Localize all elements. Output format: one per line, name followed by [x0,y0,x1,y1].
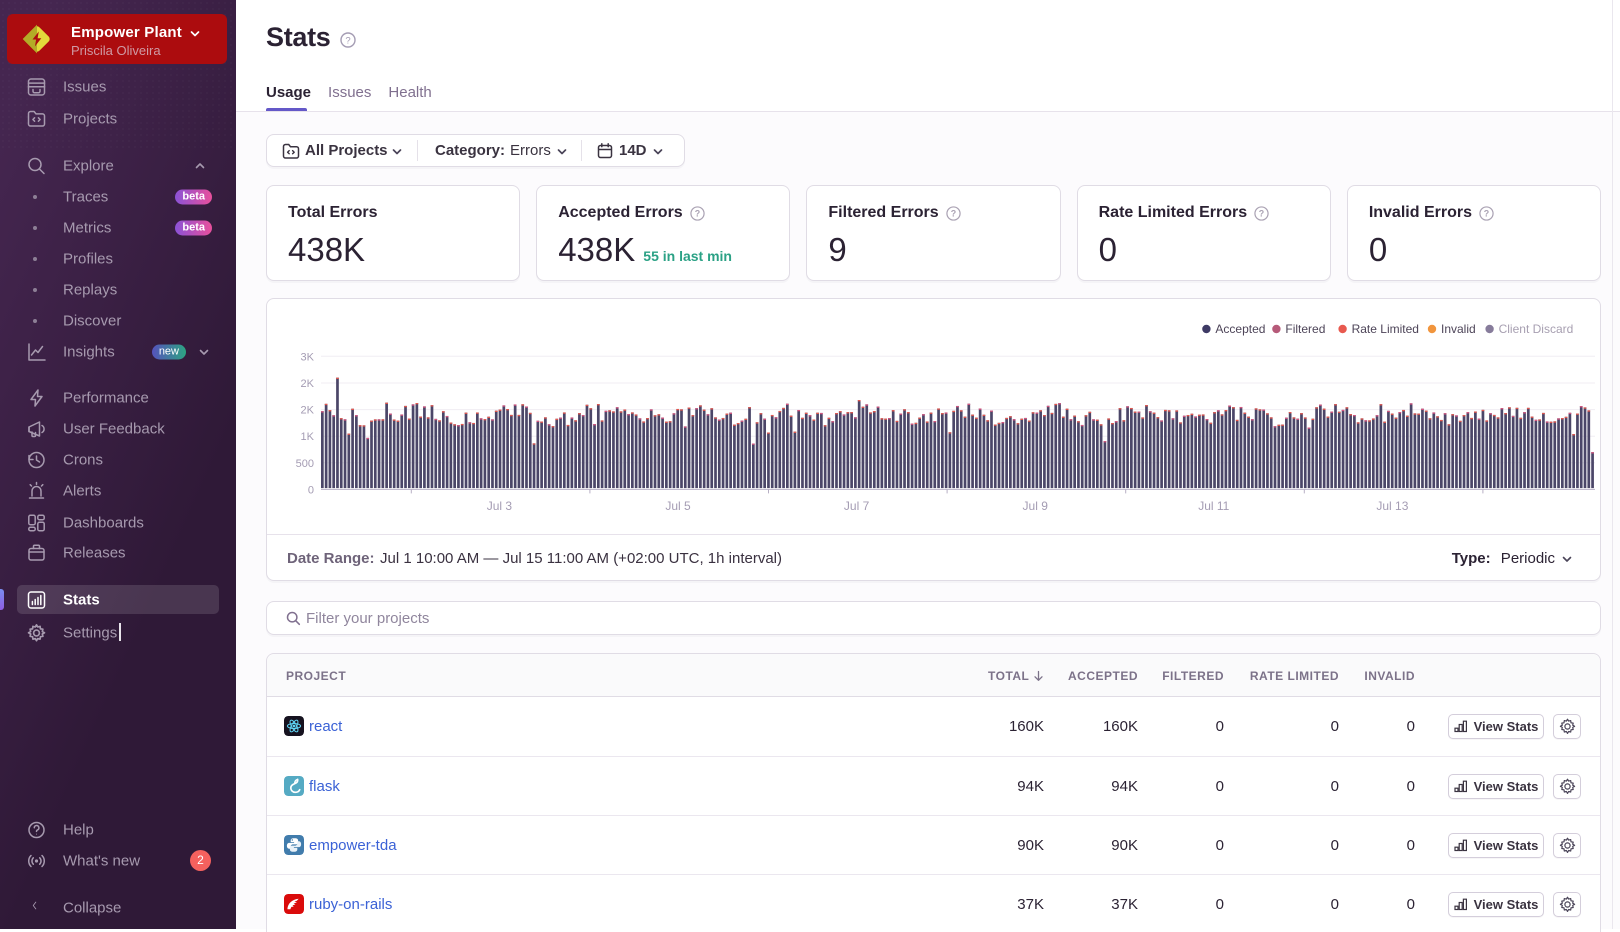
svg-text:Client Discard: Client Discard [1499,322,1574,336]
svg-text:?: ? [1484,208,1489,218]
svg-text:Accepted: Accepted [1215,322,1265,336]
svg-text:2K: 2K [301,378,315,390]
svg-text:Jul 13: Jul 13 [1376,499,1408,513]
svg-text:?: ? [345,35,350,46]
svg-text:0: 0 [308,484,314,496]
svg-text:500: 500 [296,458,314,470]
svg-text:Jul 3: Jul 3 [487,499,513,513]
svg-text:Filtered: Filtered [1285,322,1325,336]
svg-text:?: ? [950,208,955,218]
svg-text:Jul 11: Jul 11 [1198,499,1229,513]
svg-text:Invalid: Invalid [1441,322,1476,336]
svg-text:Jul 9: Jul 9 [1023,499,1049,513]
svg-text:2K: 2K [301,405,315,417]
svg-text:Jul 5: Jul 5 [665,499,691,513]
svg-text:3K: 3K [301,351,315,363]
svg-text:Rate Limited: Rate Limited [1352,322,1419,336]
svg-text:Jul 7: Jul 7 [844,499,870,513]
svg-text:?: ? [694,208,699,218]
svg-text:?: ? [1259,208,1264,218]
svg-text:1K: 1K [301,431,315,443]
